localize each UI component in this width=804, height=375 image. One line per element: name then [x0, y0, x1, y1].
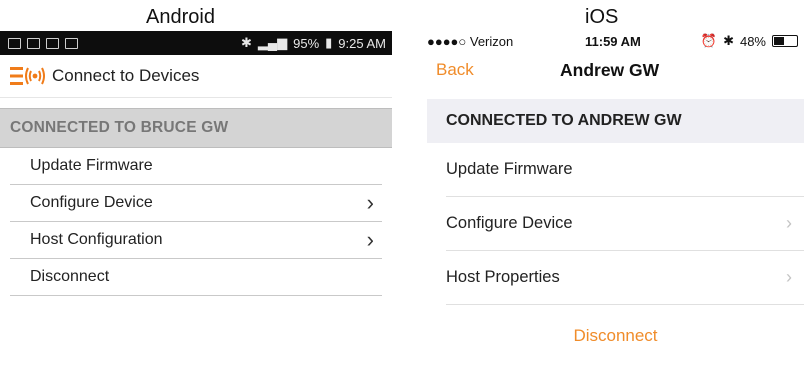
android-caption: Android	[146, 6, 215, 28]
list-item-configure-device[interactable]: Configure Device ›	[446, 197, 804, 251]
chevron-right-icon: ›	[366, 227, 374, 252]
section-header: CONNECTED TO BRUCE GW	[0, 108, 392, 148]
list-item-label: Host Properties	[446, 268, 560, 286]
bluetooth-icon: ✱	[240, 35, 252, 50]
list-item-configure-device[interactable]: Configure Device ›	[10, 185, 382, 222]
ios-screen: ●●●●○ Verizon 11:59 AM ⏰ ✱ 48% Back Andr…	[427, 31, 804, 346]
bluetooth-icon: ✱	[723, 33, 734, 48]
ios-caption: iOS	[585, 6, 619, 28]
list-item-label: Update Firmware	[446, 160, 573, 178]
alarm-icon: ⏰	[700, 33, 718, 48]
page-title: Connect to Devices	[52, 66, 200, 85]
battery-percent: 48%	[739, 33, 766, 49]
ios-status-bar: ●●●●○ Verizon 11:59 AM ⏰ ✱ 48%	[427, 31, 804, 51]
chevron-right-icon: ›	[786, 267, 792, 287]
list-item-host-configuration[interactable]: Host Configuration ›	[10, 222, 382, 259]
chevron-right-icon: ›	[366, 190, 374, 215]
clock: 9:25 AM	[338, 35, 386, 51]
android-status-bar: ✱ ▂▄▆ 95% ▮ 9:25 AM	[0, 31, 392, 55]
calendar-icon	[46, 37, 59, 49]
list-item-label: Configure Device	[30, 194, 153, 211]
list-item-label: Host Configuration	[30, 231, 163, 248]
battery-icon: ▮	[325, 35, 333, 50]
navigation-bar: Back Andrew GW	[427, 51, 804, 89]
list-item-host-properties[interactable]: Host Properties ›	[446, 251, 804, 305]
disconnect-button[interactable]: Disconnect	[427, 326, 804, 346]
back-button[interactable]: Back	[436, 60, 474, 80]
android-screen: ✱ ▂▄▆ 95% ▮ 9:25 AM Connect to Devices C…	[0, 31, 392, 296]
menu-logo-icon[interactable]	[10, 65, 46, 87]
list-item-label: Update Firmware	[30, 157, 153, 174]
photo-icon	[65, 37, 78, 49]
mail-icon	[27, 37, 40, 49]
list-item-update-firmware[interactable]: Update Firmware	[10, 148, 382, 185]
battery-percent: 95%	[293, 35, 320, 51]
section-header: CONNECTED TO ANDREW GW	[427, 99, 804, 143]
list-item-label: Configure Device	[446, 214, 573, 232]
app-header: Connect to Devices	[0, 55, 392, 98]
chevron-right-icon: ›	[786, 213, 792, 233]
list-item-update-firmware[interactable]: Update Firmware	[446, 143, 804, 197]
carrier: ●●●●○ Verizon	[427, 33, 514, 49]
battery-icon	[772, 35, 798, 47]
list-item-disconnect[interactable]: Disconnect	[10, 259, 382, 296]
clock: 11:59 AM	[585, 33, 641, 49]
page-title: Andrew GW	[560, 59, 660, 80]
signal-icon: ▂▄▆	[257, 35, 288, 50]
gallery-icon	[8, 37, 21, 49]
list-item-label: Disconnect	[30, 268, 110, 285]
notification-icons	[8, 37, 78, 49]
